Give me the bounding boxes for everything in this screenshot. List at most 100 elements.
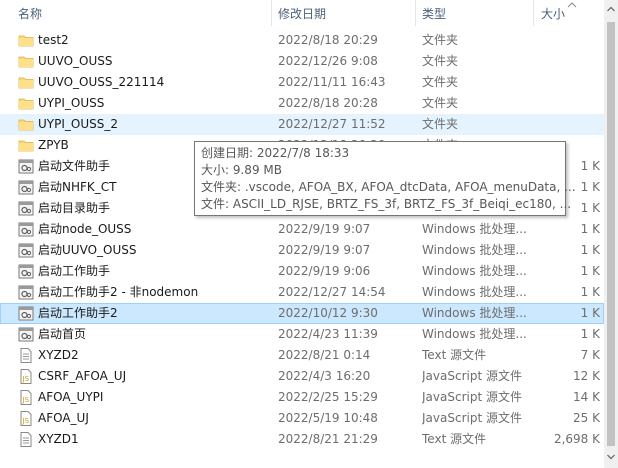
file-size: 1 K [580,264,600,278]
folder-icon [18,96,34,111]
modified-date: 2022/10/12 9:30 [278,306,378,320]
batch-file-icon [18,327,34,342]
file-type: JavaScript 源文件 [422,390,522,404]
file-size: 25 K [573,411,600,425]
column-divider[interactable] [415,0,416,26]
tooltip-size: 大小: 9.89 MB [201,163,282,177]
batch-file-icon [18,285,34,300]
modified-date: 2022/9/19 9:07 [278,222,371,236]
file-type: Windows 批处理... [422,243,527,257]
file-type: Windows 批处理... [422,327,527,341]
file-type: 文件夹 [422,54,459,68]
modified-date: 2022/5/19 10:48 [278,411,378,425]
file-name: UYPI_OUSS [38,96,105,110]
svg-text:JS: JS [22,396,30,404]
file-row[interactable]: XYZD1 2022/8/21 21:29 Text 源文件 2,698 K [0,429,604,450]
batch-file-icon [18,159,34,174]
file-type: JavaScript 源文件 [422,411,522,425]
file-name: 启动node_OUSS [38,222,132,236]
modified-date: 2022/4/3 16:20 [278,369,371,383]
vertical-scrollbar[interactable] [604,0,618,468]
batch-file-icon [18,264,34,279]
file-row[interactable]: 启动工作助手2 - 非nodemon 2022/12/27 14:54 Window… [0,282,604,303]
file-row[interactable]: 启动工作助手 2022/9/19 9:06 Windows 批处理... 1 K [0,261,604,282]
name-column-header[interactable]: 名称 [18,0,42,26]
file-name: 启动UUVO_OUSS [38,243,137,257]
file-row[interactable]: JS AFOA_UYPI 2022/2/25 15:29 JavaScript 源文件… [0,387,604,408]
batch-file-icon [18,243,34,258]
batch-file-icon [18,201,34,216]
file-type: 文件夹 [422,33,459,47]
modified-date: 2022/12/27 11:52 [278,117,386,131]
size-column-header[interactable]: 大小 [541,0,565,26]
file-row[interactable]: JS AFOA_UJ 2022/5/19 10:48 JavaScript 源文件 25… [0,408,604,429]
modified-date: 2022/9/19 9:06 [278,264,371,278]
file-row[interactable]: UUVO_OUSS_221114 2022/11/11 16:43 文件夹 [0,72,604,93]
file-size: 1 K [580,243,600,257]
folder-info-tooltip: 创建日期: 2022/7/8 18:33 大小: 9.89 MB 文件夹: .v… [194,141,576,216]
column-header: 名称 修改日期 类型 大小 [0,0,604,26]
file-row[interactable]: XYZD2 2022/8/21 0:14 Text 源文件 7 K [0,345,604,366]
file-type: 文件夹 [422,75,459,89]
file-name: XYZD1 [38,432,79,446]
file-size [536,72,600,93]
file-row[interactable]: 启动UUVO_OUSS 2022/9/19 9:07 Windows 批处理... 1… [0,240,604,261]
file-size: 2,698 K [553,432,600,446]
file-type: Text 源文件 [422,432,487,446]
folder-icon [18,75,34,90]
scrollbar-thumb[interactable] [607,22,615,446]
file-type: Windows 批处理... [422,264,527,278]
file-row[interactable]: JS CSRF_AFOA_UJ 2022/4/3 16:20 JavaScript 源… [0,366,604,387]
file-name: 启动工作助手2 [38,306,118,320]
file-row[interactable]: UYPI_OUSS 2022/8/18 20:28 文件夹 [0,93,604,114]
file-name: UYPI_OUSS_2 [38,117,118,131]
file-size [536,51,600,72]
file-size: 14 K [573,390,600,404]
file-type: Text 源文件 [422,348,487,362]
file-row[interactable]: 启动工作助手2 2022/10/12 9:30 Windows 批处理... 1 K [0,303,604,324]
file-name: XYZD2 [38,348,79,362]
file-type: 文件夹 [422,96,459,110]
file-name: AFOA_UYPI [38,390,104,404]
file-row[interactable]: UUVO_OUSS 2022/12/26 9:08 文件夹 [0,51,604,72]
file-row[interactable]: 启动首页 2022/4/23 11:39 Windows 批处理... 1 K [0,324,604,345]
javascript-file-icon: JS [18,390,34,405]
file-size: 12 K [573,369,600,383]
tooltip-files: 文件: ASCII_LD_RJSE, BRTZ_FS_3f, BRTZ_FS_3… [201,197,572,211]
batch-file-icon [18,306,34,321]
date-column-header[interactable]: 修改日期 [278,0,326,26]
type-column-header[interactable]: 类型 [422,0,446,26]
scroll-up-icon[interactable] [607,6,615,12]
svg-text:JS: JS [22,417,30,425]
folder-icon [18,54,34,69]
modified-date: 2022/8/21 21:29 [278,432,378,446]
file-size [536,93,600,114]
column-divider[interactable] [271,0,272,26]
file-name: test2 [38,33,69,47]
column-divider[interactable] [533,0,534,26]
file-row[interactable]: 启动node_OUSS 2022/9/19 9:07 Windows 批处理... 1… [0,219,604,240]
file-size: 7 K [580,348,600,362]
modified-date: 2022/4/23 11:39 [278,327,378,341]
tooltip-created-date: 创建日期: 2022/7/8 18:33 [201,146,350,160]
tooltip-folders: 文件夹: .vscode, AFOA_BX, AFOA_dtcData, AFO… [201,180,576,194]
file-type: Windows 批处理... [422,285,527,299]
file-type: JavaScript 源文件 [422,369,522,383]
file-name: 启动工作助手 [38,264,111,278]
file-size: 1 K [580,306,600,320]
file-row[interactable]: test2 2022/8/18 20:29 文件夹 [0,30,604,51]
sort-ascending-icon [567,2,577,8]
folder-icon [18,117,34,132]
modified-date: 2022/12/27 14:54 [278,285,386,299]
scroll-down-icon[interactable] [607,454,615,460]
file-size [536,114,600,135]
file-size: 1 K [580,327,600,341]
text-file-icon [18,348,34,363]
text-file-icon [18,432,34,447]
batch-file-icon [18,222,34,237]
svg-text:JS: JS [22,375,30,383]
file-name: UUVO_OUSS_221114 [38,75,165,89]
file-row[interactable]: UYPI_OUSS_2 2022/12/27 11:52 文件夹 [0,114,604,135]
javascript-file-icon: JS [18,369,34,384]
modified-date: 2022/8/18 20:28 [278,96,378,110]
